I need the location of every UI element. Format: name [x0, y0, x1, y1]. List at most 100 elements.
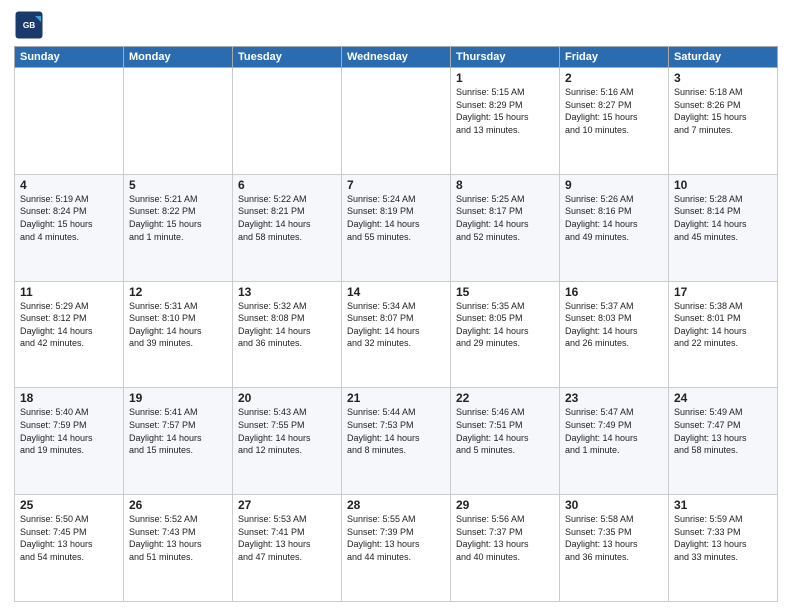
svg-text:GB: GB: [23, 21, 35, 30]
calendar-cell: 13Sunrise: 5:32 AM Sunset: 8:08 PM Dayli…: [233, 281, 342, 388]
calendar-cell: 2Sunrise: 5:16 AM Sunset: 8:27 PM Daylig…: [560, 68, 669, 175]
day-number: 13: [238, 285, 336, 299]
day-info: Sunrise: 5:43 AM Sunset: 7:55 PM Dayligh…: [238, 406, 336, 456]
calendar-cell: 6Sunrise: 5:22 AM Sunset: 8:21 PM Daylig…: [233, 174, 342, 281]
calendar-cell: 26Sunrise: 5:52 AM Sunset: 7:43 PM Dayli…: [124, 495, 233, 602]
calendar-header-saturday: Saturday: [669, 47, 778, 68]
day-number: 15: [456, 285, 554, 299]
day-number: 3: [674, 71, 772, 85]
calendar-cell: 7Sunrise: 5:24 AM Sunset: 8:19 PM Daylig…: [342, 174, 451, 281]
day-number: 12: [129, 285, 227, 299]
day-info: Sunrise: 5:19 AM Sunset: 8:24 PM Dayligh…: [20, 193, 118, 243]
day-number: 29: [456, 498, 554, 512]
calendar-cell: [124, 68, 233, 175]
calendar-header-monday: Monday: [124, 47, 233, 68]
calendar-cell: 4Sunrise: 5:19 AM Sunset: 8:24 PM Daylig…: [15, 174, 124, 281]
day-number: 2: [565, 71, 663, 85]
calendar-cell: 14Sunrise: 5:34 AM Sunset: 8:07 PM Dayli…: [342, 281, 451, 388]
day-info: Sunrise: 5:34 AM Sunset: 8:07 PM Dayligh…: [347, 300, 445, 350]
page: GB SundayMondayTuesdayWednesdayThursdayF…: [0, 0, 792, 612]
day-number: 4: [20, 178, 118, 192]
day-number: 22: [456, 391, 554, 405]
calendar-cell: 1Sunrise: 5:15 AM Sunset: 8:29 PM Daylig…: [451, 68, 560, 175]
day-number: 9: [565, 178, 663, 192]
day-info: Sunrise: 5:56 AM Sunset: 7:37 PM Dayligh…: [456, 513, 554, 563]
calendar-header-friday: Friday: [560, 47, 669, 68]
day-number: 17: [674, 285, 772, 299]
day-info: Sunrise: 5:55 AM Sunset: 7:39 PM Dayligh…: [347, 513, 445, 563]
day-info: Sunrise: 5:46 AM Sunset: 7:51 PM Dayligh…: [456, 406, 554, 456]
calendar-cell: 28Sunrise: 5:55 AM Sunset: 7:39 PM Dayli…: [342, 495, 451, 602]
calendar-header-row: SundayMondayTuesdayWednesdayThursdayFrid…: [15, 47, 778, 68]
calendar-cell: 21Sunrise: 5:44 AM Sunset: 7:53 PM Dayli…: [342, 388, 451, 495]
calendar-table: SundayMondayTuesdayWednesdayThursdayFrid…: [14, 46, 778, 602]
day-number: 20: [238, 391, 336, 405]
day-number: 30: [565, 498, 663, 512]
day-number: 5: [129, 178, 227, 192]
day-number: 26: [129, 498, 227, 512]
day-info: Sunrise: 5:37 AM Sunset: 8:03 PM Dayligh…: [565, 300, 663, 350]
day-number: 25: [20, 498, 118, 512]
calendar-cell: 31Sunrise: 5:59 AM Sunset: 7:33 PM Dayli…: [669, 495, 778, 602]
day-info: Sunrise: 5:21 AM Sunset: 8:22 PM Dayligh…: [129, 193, 227, 243]
day-info: Sunrise: 5:59 AM Sunset: 7:33 PM Dayligh…: [674, 513, 772, 563]
calendar-cell: 23Sunrise: 5:47 AM Sunset: 7:49 PM Dayli…: [560, 388, 669, 495]
day-number: 21: [347, 391, 445, 405]
day-info: Sunrise: 5:50 AM Sunset: 7:45 PM Dayligh…: [20, 513, 118, 563]
calendar-cell: 15Sunrise: 5:35 AM Sunset: 8:05 PM Dayli…: [451, 281, 560, 388]
day-info: Sunrise: 5:40 AM Sunset: 7:59 PM Dayligh…: [20, 406, 118, 456]
calendar-week-3: 18Sunrise: 5:40 AM Sunset: 7:59 PM Dayli…: [15, 388, 778, 495]
calendar-cell: 8Sunrise: 5:25 AM Sunset: 8:17 PM Daylig…: [451, 174, 560, 281]
day-info: Sunrise: 5:26 AM Sunset: 8:16 PM Dayligh…: [565, 193, 663, 243]
day-info: Sunrise: 5:38 AM Sunset: 8:01 PM Dayligh…: [674, 300, 772, 350]
calendar-cell: 3Sunrise: 5:18 AM Sunset: 8:26 PM Daylig…: [669, 68, 778, 175]
logo-icon: GB: [14, 10, 44, 40]
day-info: Sunrise: 5:35 AM Sunset: 8:05 PM Dayligh…: [456, 300, 554, 350]
day-number: 24: [674, 391, 772, 405]
logo: GB: [14, 10, 48, 40]
day-info: Sunrise: 5:41 AM Sunset: 7:57 PM Dayligh…: [129, 406, 227, 456]
day-number: 16: [565, 285, 663, 299]
calendar-header-wednesday: Wednesday: [342, 47, 451, 68]
calendar-cell: [342, 68, 451, 175]
day-info: Sunrise: 5:44 AM Sunset: 7:53 PM Dayligh…: [347, 406, 445, 456]
day-number: 31: [674, 498, 772, 512]
calendar-cell: 9Sunrise: 5:26 AM Sunset: 8:16 PM Daylig…: [560, 174, 669, 281]
calendar-cell: 18Sunrise: 5:40 AM Sunset: 7:59 PM Dayli…: [15, 388, 124, 495]
calendar-cell: [15, 68, 124, 175]
calendar-week-0: 1Sunrise: 5:15 AM Sunset: 8:29 PM Daylig…: [15, 68, 778, 175]
day-info: Sunrise: 5:31 AM Sunset: 8:10 PM Dayligh…: [129, 300, 227, 350]
day-info: Sunrise: 5:15 AM Sunset: 8:29 PM Dayligh…: [456, 86, 554, 136]
day-number: 8: [456, 178, 554, 192]
calendar-cell: 12Sunrise: 5:31 AM Sunset: 8:10 PM Dayli…: [124, 281, 233, 388]
day-number: 10: [674, 178, 772, 192]
day-number: 27: [238, 498, 336, 512]
day-info: Sunrise: 5:47 AM Sunset: 7:49 PM Dayligh…: [565, 406, 663, 456]
calendar-cell: 20Sunrise: 5:43 AM Sunset: 7:55 PM Dayli…: [233, 388, 342, 495]
calendar-cell: 24Sunrise: 5:49 AM Sunset: 7:47 PM Dayli…: [669, 388, 778, 495]
calendar-cell: 22Sunrise: 5:46 AM Sunset: 7:51 PM Dayli…: [451, 388, 560, 495]
day-number: 23: [565, 391, 663, 405]
day-info: Sunrise: 5:49 AM Sunset: 7:47 PM Dayligh…: [674, 406, 772, 456]
calendar-header-tuesday: Tuesday: [233, 47, 342, 68]
day-info: Sunrise: 5:52 AM Sunset: 7:43 PM Dayligh…: [129, 513, 227, 563]
calendar-header-thursday: Thursday: [451, 47, 560, 68]
day-info: Sunrise: 5:22 AM Sunset: 8:21 PM Dayligh…: [238, 193, 336, 243]
day-number: 1: [456, 71, 554, 85]
day-info: Sunrise: 5:25 AM Sunset: 8:17 PM Dayligh…: [456, 193, 554, 243]
calendar-cell: 30Sunrise: 5:58 AM Sunset: 7:35 PM Dayli…: [560, 495, 669, 602]
day-number: 18: [20, 391, 118, 405]
header: GB: [14, 10, 778, 40]
day-number: 7: [347, 178, 445, 192]
day-number: 28: [347, 498, 445, 512]
day-info: Sunrise: 5:24 AM Sunset: 8:19 PM Dayligh…: [347, 193, 445, 243]
day-info: Sunrise: 5:53 AM Sunset: 7:41 PM Dayligh…: [238, 513, 336, 563]
day-info: Sunrise: 5:29 AM Sunset: 8:12 PM Dayligh…: [20, 300, 118, 350]
calendar-week-2: 11Sunrise: 5:29 AM Sunset: 8:12 PM Dayli…: [15, 281, 778, 388]
calendar-cell: 19Sunrise: 5:41 AM Sunset: 7:57 PM Dayli…: [124, 388, 233, 495]
calendar-cell: 10Sunrise: 5:28 AM Sunset: 8:14 PM Dayli…: [669, 174, 778, 281]
day-number: 11: [20, 285, 118, 299]
calendar-cell: [233, 68, 342, 175]
calendar-cell: 17Sunrise: 5:38 AM Sunset: 8:01 PM Dayli…: [669, 281, 778, 388]
day-info: Sunrise: 5:58 AM Sunset: 7:35 PM Dayligh…: [565, 513, 663, 563]
